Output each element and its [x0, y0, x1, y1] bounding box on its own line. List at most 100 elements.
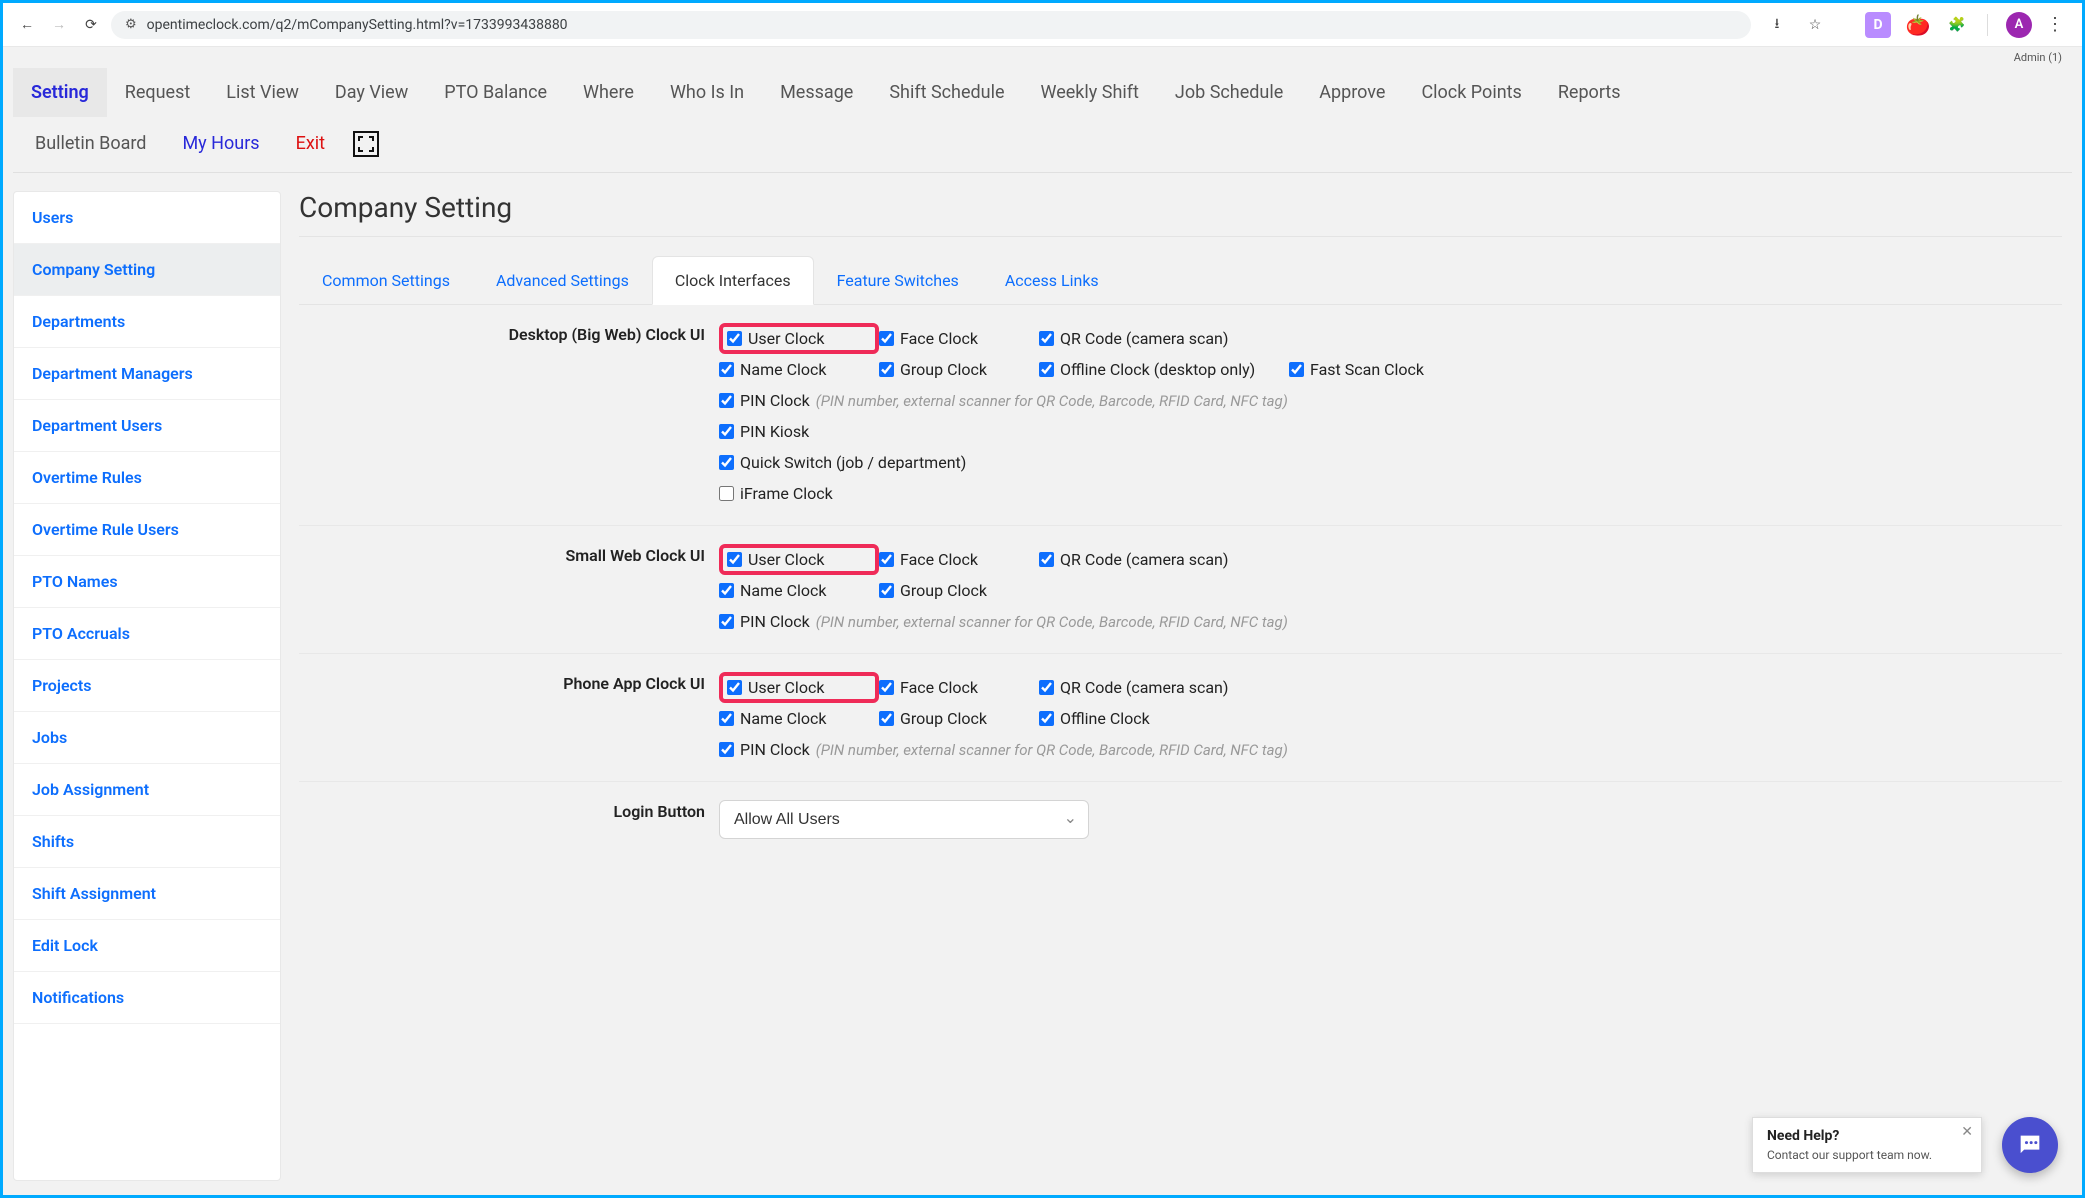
- nav-setting[interactable]: Setting: [13, 68, 107, 117]
- forward-icon[interactable]: →: [47, 13, 71, 37]
- checkbox-offline-clock[interactable]: Offline Clock (desktop only): [1039, 356, 1289, 383]
- nav-exit[interactable]: Exit: [278, 121, 343, 166]
- section-label: Login Button: [299, 800, 719, 839]
- pin-clock-desc: (PIN number, external scanner for QR Cod…: [816, 613, 1288, 631]
- extension-d-icon[interactable]: D: [1865, 12, 1891, 38]
- section-desktop-clock: Desktop (Big Web) Clock UI User Clock Fa…: [299, 305, 2062, 526]
- install-app-icon[interactable]: ⭳: [1765, 13, 1789, 37]
- checkbox-pin-clock[interactable]: PIN Clock: [719, 387, 810, 414]
- sidebar-item-pto-accruals[interactable]: PTO Accruals: [14, 608, 280, 660]
- checkbox-qr-code[interactable]: QR Code (camera scan): [1039, 672, 1289, 703]
- checkbox-user-clock[interactable]: User Clock: [719, 672, 879, 703]
- nav-reports[interactable]: Reports: [1540, 68, 1639, 117]
- login-button-select[interactable]: Allow All Users: [719, 800, 1089, 839]
- sidebar-item-notifications[interactable]: Notifications: [14, 972, 280, 1024]
- browser-menu-icon[interactable]: ⋮: [2046, 14, 2064, 35]
- checkbox-user-clock[interactable]: User Clock: [719, 544, 879, 575]
- page-title: Company Setting: [299, 191, 2062, 237]
- checkbox-group-clock[interactable]: Group Clock: [879, 705, 1039, 732]
- back-icon[interactable]: ←: [15, 13, 39, 37]
- browser-toolbar: ← → ⟳ ⚙ opentimeclock.com/q2/mCompanySet…: [3, 3, 2082, 47]
- main-content: Company Setting Common SettingsAdvanced …: [299, 191, 2072, 1181]
- nav-clock-points[interactable]: Clock Points: [1403, 68, 1539, 117]
- nav-shift-schedule[interactable]: Shift Schedule: [871, 68, 1022, 117]
- close-icon[interactable]: ✕: [1961, 1124, 1973, 1140]
- chat-bubble-icon[interactable]: [2002, 1117, 2058, 1173]
- checkbox-group-clock[interactable]: Group Clock: [879, 577, 1039, 604]
- sidebar-item-overtime-rules[interactable]: Overtime Rules: [14, 452, 280, 504]
- checkbox-name-clock[interactable]: Name Clock: [719, 356, 879, 383]
- nav-day-view[interactable]: Day View: [317, 68, 426, 117]
- tab-access-links[interactable]: Access Links: [982, 256, 1122, 305]
- nav-message[interactable]: Message: [762, 68, 871, 117]
- checkbox-qr-code[interactable]: QR Code (camera scan): [1039, 323, 1289, 354]
- sidebar-item-edit-lock[interactable]: Edit Lock: [14, 920, 280, 972]
- login-button-select-wrap: Allow All Users: [719, 800, 1089, 839]
- sidebar-item-job-assignment[interactable]: Job Assignment: [14, 764, 280, 816]
- checkbox-face-clock[interactable]: Face Clock: [879, 544, 1039, 575]
- bookmark-star-icon[interactable]: ☆: [1803, 13, 1827, 37]
- nav-my-hours[interactable]: My Hours: [164, 121, 277, 166]
- settings-tabs: Common SettingsAdvanced SettingsClock In…: [299, 255, 2062, 305]
- tab-feature-switches[interactable]: Feature Switches: [814, 256, 982, 305]
- checkbox-pin-clock[interactable]: PIN Clock: [719, 736, 810, 763]
- top-nav: SettingRequestList ViewDay ViewPTO Balan…: [13, 64, 2072, 173]
- nav-approve[interactable]: Approve: [1301, 68, 1403, 117]
- section-phone-clock: Phone App Clock UI User Clock Face Clock…: [299, 654, 2062, 782]
- nav-who-is-in[interactable]: Who Is In: [652, 68, 762, 117]
- checkbox-name-clock[interactable]: Name Clock: [719, 705, 879, 732]
- nav-job-schedule[interactable]: Job Schedule: [1157, 68, 1301, 117]
- checkbox-face-clock[interactable]: Face Clock: [879, 323, 1039, 354]
- profile-avatar[interactable]: A: [2006, 12, 2032, 38]
- nav-pto-balance[interactable]: PTO Balance: [426, 68, 565, 117]
- sidebar-item-overtime-rule-users[interactable]: Overtime Rule Users: [14, 504, 280, 556]
- extension-tomato-icon[interactable]: 🍅: [1905, 12, 1931, 38]
- checkbox-pin-kiosk[interactable]: PIN Kiosk: [719, 418, 809, 445]
- checkbox-fast-scan-clock[interactable]: Fast Scan Clock: [1289, 356, 1489, 383]
- sidebar-item-projects[interactable]: Projects: [14, 660, 280, 712]
- help-subtitle: Contact our support team now.: [1767, 1148, 1951, 1162]
- site-info-icon[interactable]: ⚙: [125, 17, 137, 32]
- tab-advanced-settings[interactable]: Advanced Settings: [473, 256, 652, 305]
- checkbox-iframe-clock[interactable]: iFrame Clock: [719, 480, 833, 507]
- sidebar-item-users[interactable]: Users: [14, 192, 280, 244]
- address-bar[interactable]: ⚙ opentimeclock.com/q2/mCompanySetting.h…: [111, 11, 1751, 39]
- section-label: Small Web Clock UI: [299, 544, 719, 635]
- checkbox-user-clock[interactable]: User Clock: [719, 323, 879, 354]
- checkbox-pin-clock[interactable]: PIN Clock: [719, 608, 810, 635]
- nav-where[interactable]: Where: [565, 68, 652, 117]
- browser-actions: ⭳ ☆ D 🍅 🧩 A ⋮: [1759, 12, 2070, 38]
- divider: [1987, 14, 1988, 36]
- fullscreen-icon[interactable]: [353, 131, 379, 157]
- admin-badge: Admin (1): [13, 47, 2072, 64]
- checkbox-group-clock[interactable]: Group Clock: [879, 356, 1039, 383]
- checkbox-quick-switch[interactable]: Quick Switch (job / department): [719, 449, 966, 476]
- checkbox-qr-code[interactable]: QR Code (camera scan): [1039, 544, 1289, 575]
- checkbox-face-clock[interactable]: Face Clock: [879, 672, 1039, 703]
- reload-icon[interactable]: ⟳: [79, 13, 103, 37]
- settings-sidebar: UsersCompany SettingDepartmentsDepartmen…: [13, 191, 281, 1181]
- tab-clock-interfaces[interactable]: Clock Interfaces: [652, 256, 814, 305]
- section-label: Phone App Clock UI: [299, 672, 719, 763]
- section-smallweb-clock: Small Web Clock UI User Clock Face Clock…: [299, 526, 2062, 654]
- section-label: Desktop (Big Web) Clock UI: [299, 323, 719, 507]
- checkbox-offline-clock[interactable]: Offline Clock: [1039, 705, 1289, 732]
- nav-weekly-shift[interactable]: Weekly Shift: [1023, 68, 1157, 117]
- nav-request[interactable]: Request: [107, 68, 209, 117]
- nav-list-view[interactable]: List View: [208, 68, 317, 117]
- nav-bulletin-board[interactable]: Bulletin Board: [17, 121, 164, 166]
- tab-common-settings[interactable]: Common Settings: [299, 256, 473, 305]
- sidebar-item-department-managers[interactable]: Department Managers: [14, 348, 280, 400]
- extensions-puzzle-icon[interactable]: 🧩: [1945, 13, 1969, 37]
- sidebar-item-jobs[interactable]: Jobs: [14, 712, 280, 764]
- sidebar-item-pto-names[interactable]: PTO Names: [14, 556, 280, 608]
- url-text: opentimeclock.com/q2/mCompanySetting.htm…: [147, 17, 568, 33]
- pin-clock-desc: (PIN number, external scanner for QR Cod…: [816, 741, 1288, 759]
- sidebar-item-company-setting[interactable]: Company Setting: [14, 244, 280, 296]
- checkbox-name-clock[interactable]: Name Clock: [719, 577, 879, 604]
- sidebar-item-shift-assignment[interactable]: Shift Assignment: [14, 868, 280, 920]
- sidebar-item-departments[interactable]: Departments: [14, 296, 280, 348]
- sidebar-item-department-users[interactable]: Department Users: [14, 400, 280, 452]
- section-login-button: Login Button Allow All Users: [299, 782, 2062, 857]
- sidebar-item-shifts[interactable]: Shifts: [14, 816, 280, 868]
